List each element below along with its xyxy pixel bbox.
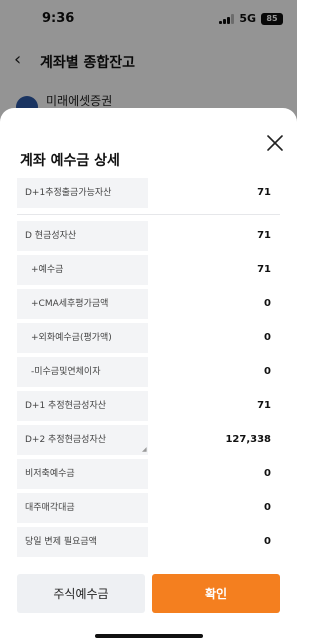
confirm-button[interactable]: 확인	[152, 574, 280, 613]
detail-row: D 현금성자산 71	[17, 221, 280, 251]
detail-row: D+2 추정현금성자산 ◢ 127,338	[17, 425, 280, 455]
detail-row: -미수금및연체이자 0	[17, 357, 280, 387]
row-label: +외화예수금(평가액)	[17, 323, 148, 353]
detail-row: +외화예수금(평가액) 0	[17, 323, 280, 353]
row-value: 0	[264, 502, 271, 513]
deposit-detail-sheet: 계좌 예수금 상세 D+1추정출금가능자산 71 D 현금성자산 71 +예수금…	[0, 108, 297, 644]
row-label: D+1 추정현금성자산	[17, 391, 148, 421]
row-label: D+2 추정현금성자산	[17, 425, 148, 455]
detail-row: +예수금 71	[17, 255, 280, 285]
row-value: 0	[264, 332, 271, 343]
row-value: 71	[257, 230, 271, 241]
stock-deposit-button[interactable]: 주식예수금	[17, 574, 145, 613]
row-value: 71	[257, 400, 271, 411]
row-label: 당일 변제 필요금액	[17, 527, 148, 557]
close-icon	[267, 135, 283, 151]
detail-row: D+1 추정현금성자산 71	[17, 391, 280, 421]
row-label: D 현금성자산	[17, 221, 148, 251]
home-indicator	[95, 634, 203, 638]
detail-row: D+1추정출금가능자산 71	[17, 178, 280, 208]
row-value: 127,338	[225, 434, 271, 445]
row-label: +CMA세후평가금액	[17, 289, 148, 319]
resize-mark-icon: ◢	[142, 446, 147, 453]
row-value: 0	[264, 468, 271, 479]
deposit-detail-list[interactable]: D+1추정출금가능자산 71 D 현금성자산 71 +예수금 71 +CMA세후…	[17, 178, 280, 590]
row-label: -미수금및연체이자	[17, 357, 148, 387]
sheet-title: 계좌 예수금 상세	[20, 153, 120, 169]
detail-row: 당일 변제 필요금액 0	[17, 527, 280, 557]
row-value: 0	[264, 536, 271, 547]
detail-row: +CMA세후평가금액 0	[17, 289, 280, 319]
row-value: 0	[264, 298, 271, 309]
detail-row: 대주매각대금 0	[17, 493, 280, 523]
close-button[interactable]	[262, 130, 288, 156]
divider	[17, 214, 280, 215]
row-label: 비저축예수금	[17, 459, 148, 489]
detail-row: 비저축예수금 0	[17, 459, 280, 489]
row-value: 71	[257, 187, 271, 198]
row-label: 대주매각대금	[17, 493, 148, 523]
row-label: D+1추정출금가능자산	[17, 178, 148, 208]
row-value: 71	[257, 264, 271, 275]
row-value: 0	[264, 366, 271, 377]
row-label: +예수금	[17, 255, 148, 285]
